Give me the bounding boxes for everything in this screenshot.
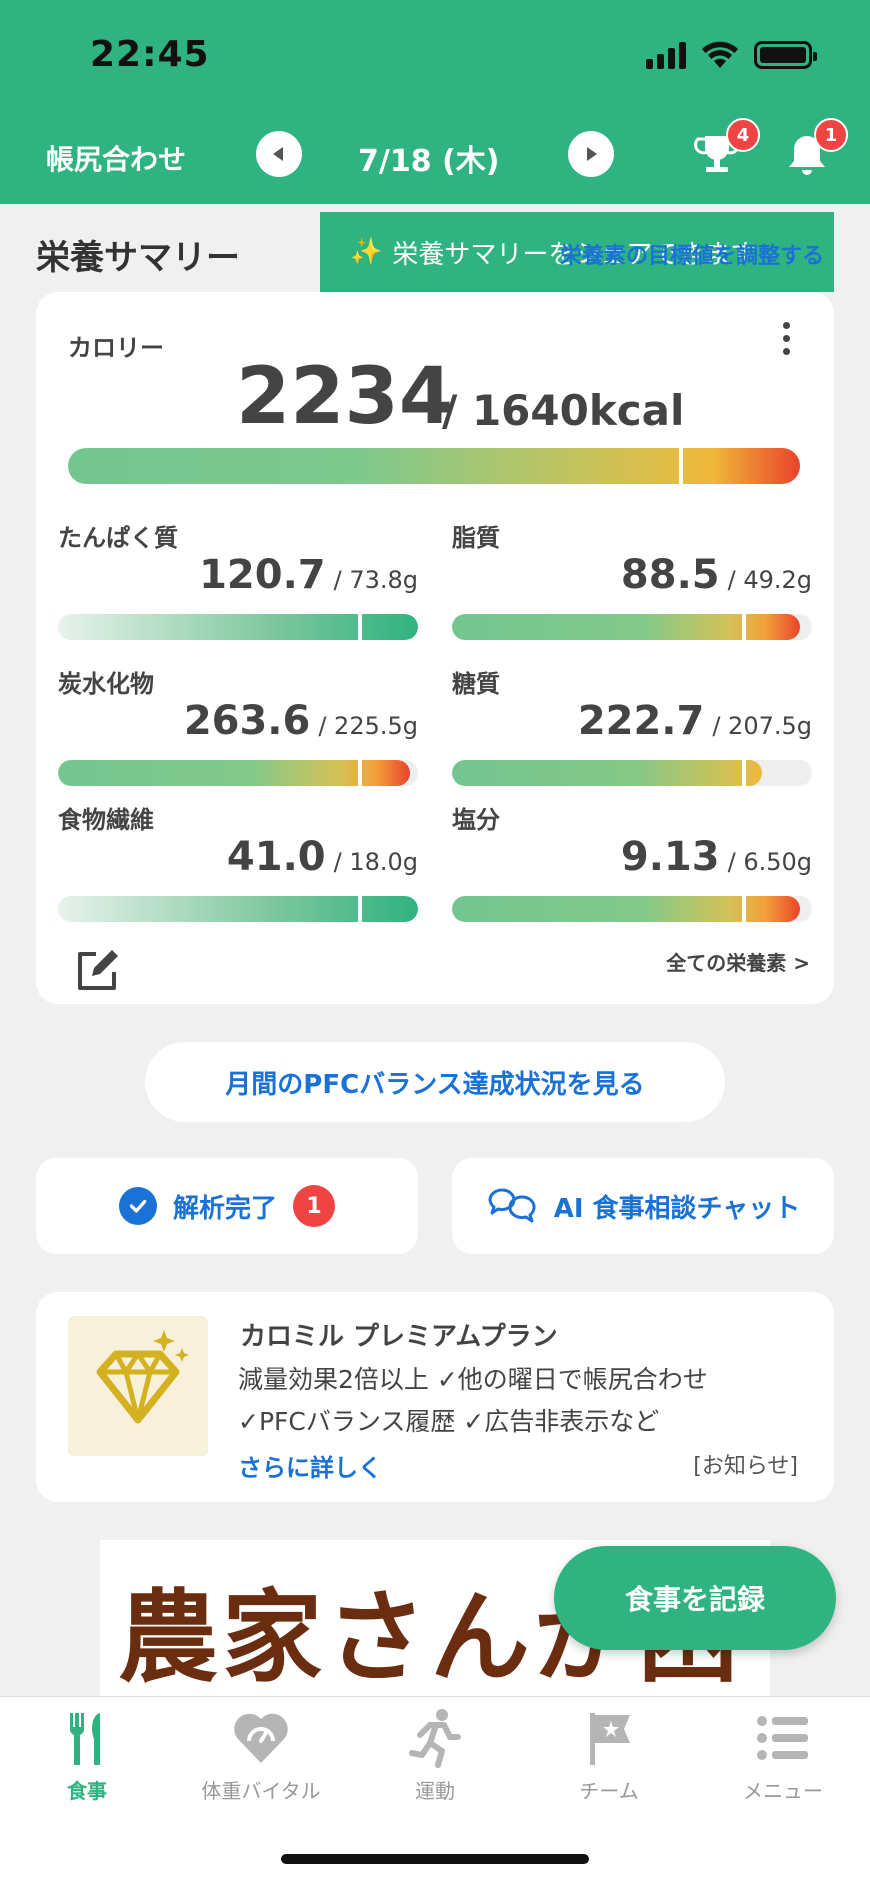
nutrient-target-marker — [742, 760, 746, 786]
nutrient-progress-bar — [58, 896, 418, 922]
check-circle-icon — [118, 1187, 157, 1225]
nutrient-target-marker — [358, 896, 362, 922]
nutrient-label: 糖質 — [452, 670, 500, 698]
adjust-goals-link[interactable]: 栄養素の目標値を調整する — [560, 238, 824, 270]
status-time: 22:45 — [90, 34, 210, 75]
nutrient-value: 9.13/ 6.50g — [620, 834, 812, 880]
tab-label: 運動 — [415, 1779, 455, 1803]
wifi-icon — [702, 41, 738, 68]
nutrient-fill — [452, 614, 800, 640]
tab-label: メニュー — [743, 1779, 823, 1803]
triangle-right-icon — [587, 147, 597, 161]
nutrient-progress-bar — [452, 896, 812, 922]
bell-badge: 1 — [814, 118, 848, 152]
edit-icon[interactable] — [74, 948, 120, 994]
record-meal-button[interactable]: 食事を記録 — [554, 1546, 836, 1650]
current-date[interactable]: 7/18 (木) — [358, 136, 499, 180]
next-date-button[interactable] — [568, 131, 614, 177]
premium-feature-line: 減量効果2倍以上 ✓他の曜日で帳尻合わせ — [238, 1365, 708, 1394]
running-icon — [409, 1709, 461, 1768]
signal-icon — [646, 41, 686, 69]
premium-diamond-image — [68, 1316, 208, 1456]
nutrient-label: たんぱく質 — [58, 524, 178, 552]
battery-icon — [754, 41, 817, 69]
app-header: 22:45 帳尻合わせ 7/18 (木) 4 1 — [0, 0, 870, 204]
nutrition-summary-card: カロリー 2234 / 1640kcal たんぱく質 120.7/ 73.8g … — [36, 292, 834, 1004]
nutrient-target-marker — [742, 896, 746, 922]
nutrient-protein: たんぱく質 120.7/ 73.8g — [58, 518, 418, 658]
all-nutrients-link[interactable]: 全ての栄養素 > — [666, 947, 810, 976]
notification-button[interactable]: 1 — [782, 118, 848, 180]
nutrient-value: 222.7/ 207.5g — [577, 698, 812, 744]
calorie-progress-bar — [68, 448, 800, 484]
nutrient-fat: 脂質 88.5/ 49.2g — [452, 518, 812, 658]
nutrient-sugar: 糖質 222.7/ 207.5g — [452, 664, 812, 804]
nutrient-target-marker — [358, 614, 362, 640]
nutrient-value: 120.7/ 73.8g — [199, 552, 418, 598]
tab-meal[interactable]: 食事 — [0, 1707, 174, 1817]
premium-title: カロミル プレミアムプラン — [240, 1322, 558, 1352]
nutrient-progress-bar — [58, 614, 418, 640]
nutrient-target-marker — [358, 760, 362, 786]
premium-plan-card[interactable]: カロミル プレミアムプラン 減量効果2倍以上 ✓他の曜日で帳尻合わせ ✓PFCバ… — [36, 1292, 834, 1502]
analysis-label: 解析完了 — [172, 1193, 277, 1224]
chat-bubbles-icon — [488, 1188, 536, 1223]
nutrient-label: 脂質 — [452, 524, 500, 552]
nutrient-value: 88.5/ 49.2g — [620, 552, 812, 598]
nutrient-label: 炭水化物 — [58, 670, 154, 698]
ai-chat-button[interactable]: AI 食事相談チャット — [452, 1158, 834, 1254]
premium-feature-line: ✓PFCバランス履歴 ✓広告非表示など — [238, 1407, 660, 1436]
triangle-left-icon — [273, 147, 283, 161]
tab-menu[interactable]: メニュー — [696, 1707, 870, 1817]
calorie-value: 2234 — [236, 352, 454, 442]
nutrient-carbohydrate: 炭水化物 263.6/ 225.5g — [58, 664, 418, 804]
nutrient-value: 263.6/ 225.5g — [183, 698, 418, 744]
flag-icon — [590, 1713, 630, 1765]
premium-more-link[interactable]: さらに詳しく — [238, 1448, 382, 1483]
tab-exercise[interactable]: 運動 — [348, 1707, 522, 1817]
nutrient-fill — [452, 760, 762, 786]
more-options-icon[interactable] — [783, 322, 790, 355]
fork-knife-icon — [69, 1713, 100, 1765]
analysis-complete-button[interactable]: 解析完了 1 — [36, 1158, 418, 1254]
nutrient-fill — [58, 896, 418, 922]
calorie-target-marker — [679, 448, 683, 484]
balance-title[interactable]: 帳尻合わせ — [46, 138, 186, 178]
calorie-label: カロリー — [68, 334, 164, 362]
nutrient-label: 食物繊維 — [58, 806, 154, 834]
pfc-balance-button[interactable]: 月間のPFCバランス達成状況を見る — [145, 1042, 725, 1122]
nutrient-fill — [58, 614, 418, 640]
nutrient-fiber: 食物繊維 41.0/ 18.0g — [58, 800, 418, 940]
nutrient-value: 41.0/ 18.0g — [226, 834, 418, 880]
nutrient-target-marker — [742, 614, 746, 640]
heart-scale-icon — [234, 1713, 288, 1763]
section-title: 栄養サマリー — [36, 238, 240, 278]
prev-date-button[interactable] — [256, 131, 302, 177]
tab-label: 食事 — [67, 1779, 107, 1803]
menu-list-icon — [757, 1716, 808, 1760]
diamond-icon — [96, 1330, 189, 1424]
sparkle-icon: ✨ — [350, 237, 383, 267]
trophy-button[interactable]: 4 — [692, 118, 760, 180]
nutrient-salt: 塩分 9.13/ 6.50g — [452, 800, 812, 940]
tab-team[interactable]: チーム — [522, 1707, 696, 1817]
notice-label: [お知らせ] — [693, 1454, 798, 1479]
nutrient-label: 塩分 — [452, 806, 500, 834]
nutrient-fill — [452, 896, 800, 922]
nutrient-progress-bar — [58, 760, 418, 786]
calorie-target: / 1640kcal — [442, 386, 685, 435]
home-indicator — [281, 1854, 589, 1864]
tab-weight-vital[interactable]: 体重バイタル — [174, 1707, 348, 1817]
nutrient-progress-bar — [452, 614, 812, 640]
analysis-count-badge: 1 — [293, 1185, 335, 1227]
trophy-badge: 4 — [726, 118, 760, 152]
nutrient-progress-bar — [452, 760, 812, 786]
chat-label: AI 食事相談チャット — [553, 1193, 801, 1224]
status-icons — [646, 40, 817, 70]
tab-label: チーム — [579, 1779, 639, 1803]
tab-label: 体重バイタル — [201, 1779, 321, 1803]
